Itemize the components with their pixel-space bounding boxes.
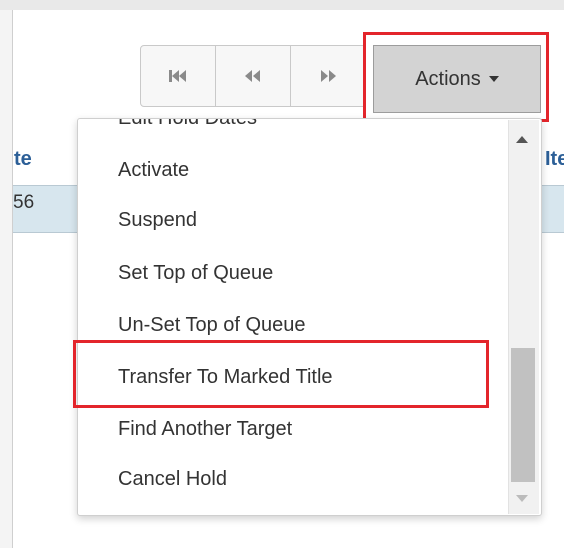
menu-item-cancel-hold[interactable]: Cancel Hold (118, 468, 227, 491)
fast-forward-icon (321, 70, 336, 82)
menu-item-set-top-of-queue[interactable]: Set Top of Queue (118, 262, 273, 285)
previous-page-button[interactable] (215, 45, 291, 107)
actions-label: Actions (415, 67, 481, 90)
scroll-down-arrow-icon[interactable] (516, 495, 528, 502)
menu-item-activate[interactable]: Activate (118, 159, 189, 182)
column-header-left[interactable]: te (14, 148, 32, 171)
caret-down-icon (488, 76, 499, 82)
menu-item-unset-top-of-queue[interactable]: Un-Set Top of Queue (118, 314, 306, 337)
menu-item-transfer-to-marked-title[interactable]: Transfer To Marked Title (118, 366, 333, 389)
rewind-icon (245, 70, 260, 82)
actions-dropdown-button[interactable]: Actions (373, 45, 541, 113)
pagination-group (140, 45, 366, 107)
menu-item-edit-hold-dates[interactable]: Edit Hold Dates (118, 119, 257, 130)
menu-item-suspend[interactable]: Suspend (118, 209, 197, 232)
left-panel-border (0, 10, 13, 548)
top-strip (0, 0, 564, 10)
first-page-button[interactable] (140, 45, 216, 107)
scroll-up-arrow-icon[interactable] (516, 136, 528, 143)
menu-item-find-another-target[interactable]: Find Another Target (118, 418, 292, 441)
next-page-button[interactable] (290, 45, 366, 107)
column-header-right[interactable]: Ite (545, 148, 564, 171)
table-cell: 56 (13, 192, 35, 213)
actions-menu: Edit Hold Dates Activate Suspend Set Top… (77, 118, 542, 516)
skip-to-start-icon (169, 70, 186, 82)
menu-scroll-thumb[interactable] (511, 348, 535, 482)
